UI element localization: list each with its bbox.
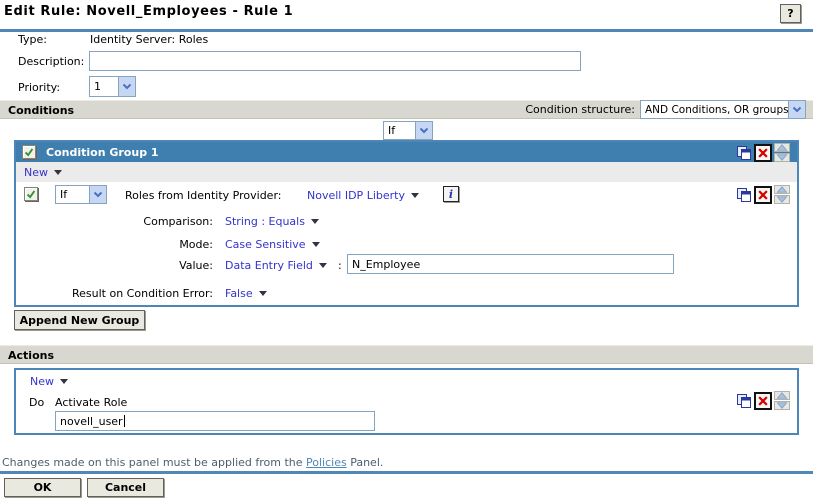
help-icon: ? (787, 7, 794, 20)
action-new-menu[interactable]: New (30, 375, 68, 388)
description-input[interactable] (89, 51, 581, 71)
value-separator: : (338, 259, 342, 272)
copy-icon[interactable] (735, 186, 753, 204)
policies-link[interactable]: Policies (306, 456, 347, 469)
comparison-label: Comparison: (143, 215, 213, 228)
append-new-group-button[interactable]: Append New Group (14, 310, 145, 330)
menu-arrow-icon (311, 242, 320, 247)
move-down-icon[interactable] (774, 195, 790, 204)
delete-icon[interactable] (754, 144, 772, 162)
footer-note: Changes made on this panel must be appli… (2, 456, 384, 469)
menu-arrow-icon (54, 169, 62, 175)
chevron-down-icon (415, 122, 432, 139)
cancel-button[interactable]: Cancel (87, 478, 164, 497)
move-up-icon[interactable] (774, 185, 790, 194)
chevron-down-icon (89, 186, 106, 203)
info-icon[interactable]: i (443, 186, 459, 202)
actions-section-bar: Actions (0, 345, 813, 364)
edit-rule-page: Edit Rule: Novell_Employees - Rule 1 ? T… (0, 0, 813, 499)
condition-if-select[interactable]: If (55, 185, 107, 204)
comparison-dropdown[interactable]: String : Equals (225, 215, 319, 228)
top-if-select[interactable]: If (383, 121, 433, 140)
chevron-down-icon (118, 77, 135, 96)
condition-enabled-checkbox[interactable] (24, 187, 38, 201)
chevron-down-icon (788, 101, 805, 118)
actions-section-label: Actions (8, 349, 54, 362)
description-label: Description: (18, 55, 85, 68)
delete-icon[interactable] (754, 186, 772, 204)
title-divider (0, 29, 813, 32)
move-down-icon[interactable] (774, 401, 790, 410)
text-caret (123, 415, 125, 427)
ok-button[interactable]: OK (4, 478, 81, 497)
check-icon (26, 190, 36, 199)
condition-new-row: New (16, 162, 797, 182)
identity-provider-dropdown[interactable]: Novell IDP Liberty (307, 189, 419, 202)
move-buttons (774, 143, 790, 163)
condition-group-box: Condition Group 1 New If Roles from Iden… (14, 140, 799, 307)
type-value: Identity Server: Roles (90, 33, 209, 46)
do-label: Do (29, 396, 45, 409)
result-on-error-label: Result on Condition Error: (72, 287, 213, 300)
condition-new-menu[interactable]: New (24, 166, 62, 179)
actions-box: New Do Activate Role novell_user (14, 368, 799, 435)
action-value-input[interactable]: novell_user (55, 411, 375, 431)
menu-arrow-icon (310, 219, 319, 224)
condition-value-input[interactable] (347, 254, 674, 274)
menu-arrow-icon (258, 291, 267, 296)
value-label: Value: (179, 259, 213, 272)
delete-icon[interactable] (754, 392, 772, 410)
footer-divider (0, 471, 813, 474)
menu-arrow-icon (318, 263, 327, 268)
priority-label: Priority: (18, 81, 61, 94)
condition-icon-cluster (735, 185, 790, 205)
type-label: Type: (18, 33, 47, 46)
group-icon-cluster (735, 143, 790, 163)
condition-group-header: Condition Group 1 (16, 142, 797, 162)
action-icon-cluster (735, 391, 790, 411)
move-up-icon[interactable] (774, 391, 790, 400)
roles-from-idp-label: Roles from Identity Provider: (125, 189, 282, 202)
copy-icon[interactable] (735, 144, 753, 162)
page-title: Edit Rule: Novell_Employees - Rule 1 (4, 4, 294, 19)
condition-group-title: Condition Group 1 (46, 145, 159, 159)
menu-arrow-icon (60, 379, 68, 384)
move-buttons (774, 185, 790, 205)
action-name: Activate Role (55, 396, 128, 409)
group-enabled-checkbox[interactable] (22, 145, 36, 159)
conditions-section-label: Conditions (8, 104, 75, 117)
move-up-icon[interactable] (774, 143, 790, 152)
priority-select[interactable]: 1 (89, 76, 136, 97)
menu-arrow-icon (410, 193, 419, 198)
copy-icon[interactable] (735, 392, 753, 410)
check-icon (24, 148, 34, 157)
move-down-icon[interactable] (774, 153, 790, 162)
mode-label: Mode: (179, 238, 213, 251)
help-button[interactable]: ? (780, 4, 801, 23)
move-buttons (774, 391, 790, 411)
value-type-dropdown[interactable]: Data Entry Field (225, 259, 327, 272)
condition-structure-label: Condition structure: (525, 103, 635, 116)
condition-structure-select[interactable]: AND Conditions, OR groups (640, 100, 806, 119)
mode-dropdown[interactable]: Case Sensitive (225, 238, 320, 251)
result-on-error-dropdown[interactable]: False (225, 287, 267, 300)
